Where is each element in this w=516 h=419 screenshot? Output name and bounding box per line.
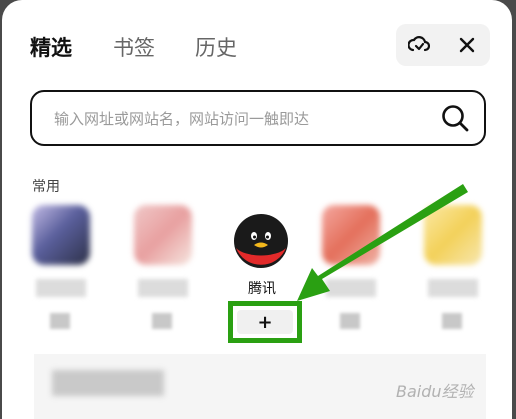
site-name-blurred [428, 279, 478, 297]
add-button-blurred[interactable] [152, 313, 172, 329]
site-icon-blurred [424, 205, 482, 265]
add-button-blurred[interactable] [340, 313, 360, 329]
cloud-sync-icon [408, 36, 430, 52]
site-name-blurred [138, 279, 188, 297]
search-icon[interactable] [440, 103, 470, 133]
blurred-content [52, 370, 164, 396]
site-icon-blurred [32, 205, 90, 265]
site-name-tencent: 腾讯 [248, 281, 276, 297]
watermark: Baidu经验 [396, 382, 474, 401]
tab-featured[interactable]: 精选 [30, 32, 72, 62]
site-name-blurred [36, 279, 86, 297]
add-button-blurred[interactable] [442, 313, 462, 329]
top-action-group [396, 24, 490, 66]
tab-bookmarks[interactable]: 书签 [113, 32, 155, 62]
sync-button[interactable] [396, 24, 442, 66]
add-button-label: + [237, 310, 293, 334]
qq-penguin-icon[interactable] [234, 214, 288, 268]
site-icon-blurred [322, 205, 380, 265]
add-shortcut-button-highlighted[interactable]: + [228, 301, 302, 343]
site-shortcut[interactable] [414, 205, 492, 345]
search-bar [30, 90, 486, 146]
search-input[interactable] [52, 104, 426, 134]
site-icon-blurred [134, 205, 192, 265]
close-button[interactable] [444, 24, 490, 66]
site-name-blurred [326, 279, 376, 297]
close-icon [459, 37, 475, 53]
favorites-panel: 精选 书签 历史 常用 [2, 0, 512, 419]
add-button-blurred[interactable] [50, 313, 70, 329]
section-title-frequent: 常用 [32, 179, 60, 195]
site-shortcut[interactable] [22, 205, 100, 345]
site-shortcut[interactable] [312, 205, 390, 345]
tab-history[interactable]: 历史 [195, 32, 237, 62]
site-shortcut[interactable] [124, 205, 202, 345]
